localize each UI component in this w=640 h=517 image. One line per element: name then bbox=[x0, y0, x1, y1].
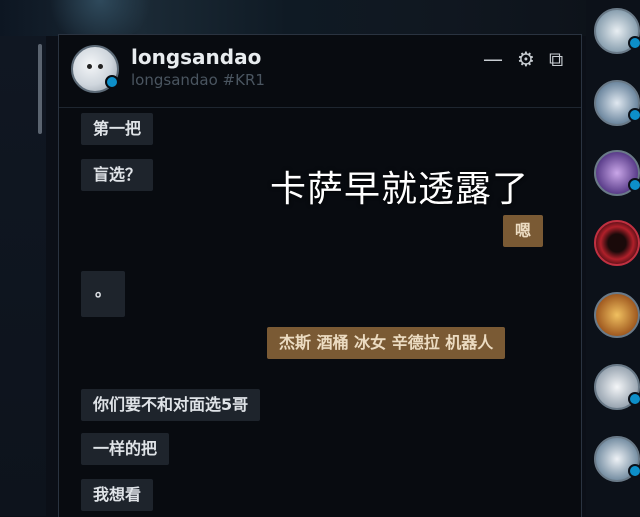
online-status-icon bbox=[105, 75, 119, 89]
friend-avatar[interactable] bbox=[594, 220, 640, 266]
avatar-eye bbox=[87, 64, 92, 69]
friend-avatar[interactable] bbox=[594, 8, 640, 54]
message-incoming: 。 bbox=[81, 271, 126, 317]
online-status-icon bbox=[628, 464, 640, 478]
message-incoming: 我想看 bbox=[81, 479, 154, 511]
online-status-icon bbox=[628, 36, 640, 50]
friend-avatar[interactable] bbox=[594, 436, 640, 482]
popout-icon[interactable]: ⧉ bbox=[549, 49, 563, 69]
message-incoming: 第一把 bbox=[81, 113, 154, 145]
chat-header: longsandao longsandao #KR1 — ⚙ ⧉ bbox=[59, 35, 581, 108]
online-status-icon bbox=[628, 392, 640, 406]
minimize-icon[interactable]: — bbox=[483, 49, 503, 69]
chat-window: longsandao longsandao #KR1 — ⚙ ⧉ 第一把 盲选？… bbox=[58, 34, 582, 517]
message-incoming: 你们要不和对面选5哥 bbox=[81, 389, 261, 421]
message-outgoing: 嗯 bbox=[503, 215, 544, 247]
friend-avatar[interactable] bbox=[594, 292, 640, 338]
friend-avatar[interactable] bbox=[594, 80, 640, 126]
avatar-eye bbox=[98, 64, 103, 69]
friend-riot-tag: longsandao #KR1 bbox=[131, 71, 265, 89]
friend-avatar[interactable] bbox=[594, 364, 640, 410]
left-scrollbar[interactable] bbox=[38, 44, 42, 134]
message-incoming: 盲选？ bbox=[81, 159, 154, 191]
message-outgoing: 杰斯 酒桶 冰女 辛德拉 机器人 bbox=[267, 327, 506, 359]
overlay-caption: 卡萨早就透露了 bbox=[270, 169, 530, 210]
friend-avatar[interactable] bbox=[594, 150, 640, 196]
friend-name: longsandao bbox=[131, 45, 262, 69]
gear-icon[interactable]: ⚙ bbox=[517, 49, 535, 69]
online-status-icon bbox=[628, 108, 640, 122]
message-incoming: 一样的把 bbox=[81, 433, 170, 465]
online-status-icon bbox=[628, 178, 640, 192]
friends-list bbox=[586, 0, 640, 516]
